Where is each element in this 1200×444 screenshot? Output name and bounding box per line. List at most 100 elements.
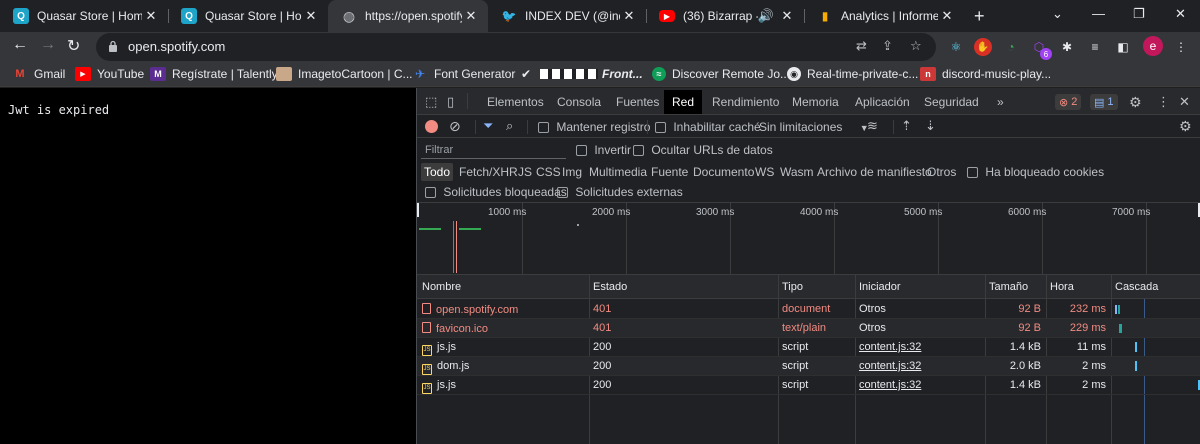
bookmark-gmail[interactable]: M Gmail — [12, 66, 65, 82]
table-row[interactable]: JS js.js 200 script content.js:32 1.4 kB … — [417, 376, 1200, 395]
error-badge[interactable]: ⊗ 2 — [1055, 94, 1082, 110]
tab-application[interactable]: Aplicación — [855, 95, 910, 109]
network-conditions-icon[interactable]: ≋ — [867, 118, 878, 134]
minimize-icon[interactable]: — — [1092, 6, 1105, 21]
reload-icon[interactable]: ↻ — [67, 36, 80, 56]
export-har-icon[interactable]: ⇣ — [925, 118, 936, 134]
address-bar[interactable]: open.spotify.com ⇄ ⇪ ☆ — [96, 33, 936, 61]
table-row[interactable]: JS dom.js 200 script content.js:32 2.0 kB… — [417, 357, 1200, 376]
col-waterfall[interactable]: Cascada — [1115, 281, 1158, 293]
col-name[interactable]: Nombre — [422, 281, 461, 293]
close-icon[interactable]: ✕ — [778, 8, 796, 24]
col-type[interactable]: Tipo — [782, 281, 803, 293]
record-icon[interactable] — [425, 120, 438, 133]
puzzle-icon[interactable]: ✱ — [1058, 38, 1076, 56]
preserve-log-checkbox[interactable]: Mantener registro — [538, 120, 650, 134]
tab-memory[interactable]: Memoria — [792, 95, 839, 109]
filter-funnel-icon[interactable]: ⏷ — [483, 118, 493, 134]
bookmark-font-generator[interactable]: ✈ Font Generator — [412, 66, 515, 82]
translate-icon[interactable]: ⇄ — [856, 38, 867, 54]
more-tabs-icon[interactable]: » — [997, 95, 1004, 109]
speaker-icon[interactable]: 🔊 — [758, 8, 774, 24]
message-badge[interactable]: ▤ 1 — [1090, 94, 1118, 110]
chevron-down-icon[interactable]: ⌄ — [1052, 6, 1063, 22]
bookmark-discover-remote[interactable]: ≈ Discover Remote Jo... — [652, 66, 790, 82]
filter-css[interactable]: CSS — [536, 165, 561, 179]
network-settings-gear-icon[interactable]: ⚙ — [1179, 118, 1192, 135]
media-queue-icon[interactable]: ≡ — [1086, 38, 1104, 56]
tab-youtube[interactable]: ▶ (36) Bizarrap - You 🔊 ✕ — [646, 0, 804, 32]
table-row[interactable]: JS js.js 200 script content.js:32 1.4 kB … — [417, 338, 1200, 357]
tab-performance[interactable]: Rendimiento — [712, 95, 779, 109]
network-overview-timeline[interactable]: 1000 ms 2000 ms 3000 ms 4000 ms 5000 ms … — [417, 203, 1200, 275]
filter-doc[interactable]: Documento — [693, 165, 754, 179]
tab-twitter[interactable]: 🐦 INDEX DEV (@index_c ✕ — [488, 0, 646, 32]
tab-security[interactable]: Seguridad — [924, 95, 979, 109]
filter-all[interactable]: Todo — [421, 163, 454, 181]
new-tab-button[interactable]: + — [974, 6, 985, 27]
filter-font[interactable]: Fuente — [651, 165, 688, 179]
col-size[interactable]: Tamaño — [989, 281, 1028, 293]
blocked-requests-checkbox[interactable]: Solicitudes bloqueadas — [425, 185, 567, 199]
disable-cache-checkbox[interactable]: Inhabilitar caché — [655, 120, 761, 134]
request-initiator-link[interactable]: content.js:32 — [859, 341, 921, 353]
tab-sources[interactable]: Fuentes — [616, 95, 659, 109]
bookmark-discord-music[interactable]: n discord-music-play... — [920, 66, 1051, 82]
device-toolbar-icon[interactable]: ▯ — [447, 94, 454, 110]
close-icon[interactable]: ✕ — [302, 8, 320, 24]
inspect-element-icon[interactable]: ⬚ — [425, 94, 437, 110]
menu-icon[interactable]: ⋮ — [1172, 38, 1190, 56]
bookmark-youtube[interactable]: ▶ YouTube — [75, 66, 144, 82]
col-initiator[interactable]: Iniciador — [859, 281, 901, 293]
close-icon[interactable]: ✕ — [620, 8, 638, 24]
tab-quasar-2[interactable]: Q Quasar Store | Home ✕ — [168, 0, 328, 32]
clear-icon[interactable]: ⊘ — [449, 118, 461, 135]
request-initiator-link[interactable]: content.js:32 — [859, 360, 921, 372]
restore-icon[interactable]: ❐ — [1133, 6, 1145, 22]
blocked-cookies-checkbox[interactable]: Ha bloqueado cookies — [967, 165, 1104, 179]
bookmark-github[interactable]: ◉ Real-time-private-c... — [787, 66, 918, 82]
share-icon[interactable]: ⇪ — [882, 38, 893, 54]
filter-manifest[interactable]: Archivo de manifiesto — [817, 165, 932, 179]
tab-console[interactable]: Consola — [557, 95, 601, 109]
side-panel-icon[interactable]: ◧ — [1114, 38, 1132, 56]
close-icon[interactable]: ✕ — [462, 8, 480, 24]
back-icon[interactable]: ← — [12, 36, 28, 54]
settings-gear-icon[interactable]: ⚙ — [1129, 94, 1142, 111]
close-devtools-icon[interactable]: ✕ — [1179, 94, 1190, 110]
filter-js[interactable]: JS — [518, 165, 532, 179]
filter-fetch-xhr[interactable]: Fetch/XHR — [459, 165, 518, 179]
request-initiator-link[interactable]: content.js:32 — [859, 379, 921, 391]
filter-wasm[interactable]: Wasm — [780, 165, 814, 179]
filter-img[interactable]: Img — [562, 165, 582, 179]
react-devtools-icon[interactable]: ⚛ — [947, 38, 965, 56]
tab-network[interactable]: Red — [664, 90, 703, 114]
bookmark-front[interactable]: ✔ Front... — [518, 66, 643, 82]
close-icon[interactable]: ✕ — [938, 8, 956, 24]
more-options-icon[interactable]: ⋮ — [1157, 94, 1170, 110]
overview-left-handle[interactable] — [417, 203, 419, 217]
filter-other[interactable]: Otros — [927, 165, 956, 179]
search-icon[interactable]: ⌕ — [506, 118, 513, 134]
bookmark-talently[interactable]: M Regístrate | Talently — [150, 66, 278, 82]
tab-spotify[interactable]: ◍ https://open.spotify.c ✕ — [328, 0, 488, 32]
table-row[interactable]: favicon.ico 401 text/plain Otros 92 B 22… — [417, 319, 1200, 338]
avatar[interactable]: e — [1143, 36, 1163, 56]
invert-checkbox[interactable]: Invertir — [576, 143, 631, 157]
table-row[interactable]: open.spotify.com 401 document Otros 92 B… — [417, 300, 1200, 319]
forward-icon[interactable]: → — [40, 36, 56, 54]
throttling-select[interactable]: Sin limitaciones ▼ — [759, 120, 869, 134]
close-icon[interactable]: ✕ — [142, 8, 160, 24]
close-window-icon[interactable]: ✕ — [1175, 6, 1186, 22]
col-status[interactable]: Estado — [593, 281, 627, 293]
import-har-icon[interactable]: ⇡ — [901, 118, 912, 134]
tab-analytics[interactable]: ▮ Analytics | Informe pa ✕ — [804, 0, 964, 32]
third-party-checkbox[interactable]: Solicitudes externas — [557, 185, 683, 199]
filter-media[interactable]: Multimedia — [589, 165, 647, 179]
hide-data-urls-checkbox[interactable]: Ocultar URLs de datos — [633, 143, 773, 157]
bookmark-imagetocartoon[interactable]: ImagetoCartoon | C... — [276, 66, 413, 82]
extension-circle-icon[interactable]: ◔ — [1002, 38, 1020, 56]
filter-input[interactable]: Filtrar — [421, 141, 566, 159]
tab-elements[interactable]: Elementos — [487, 95, 544, 109]
filter-ws[interactable]: WS — [755, 165, 774, 179]
